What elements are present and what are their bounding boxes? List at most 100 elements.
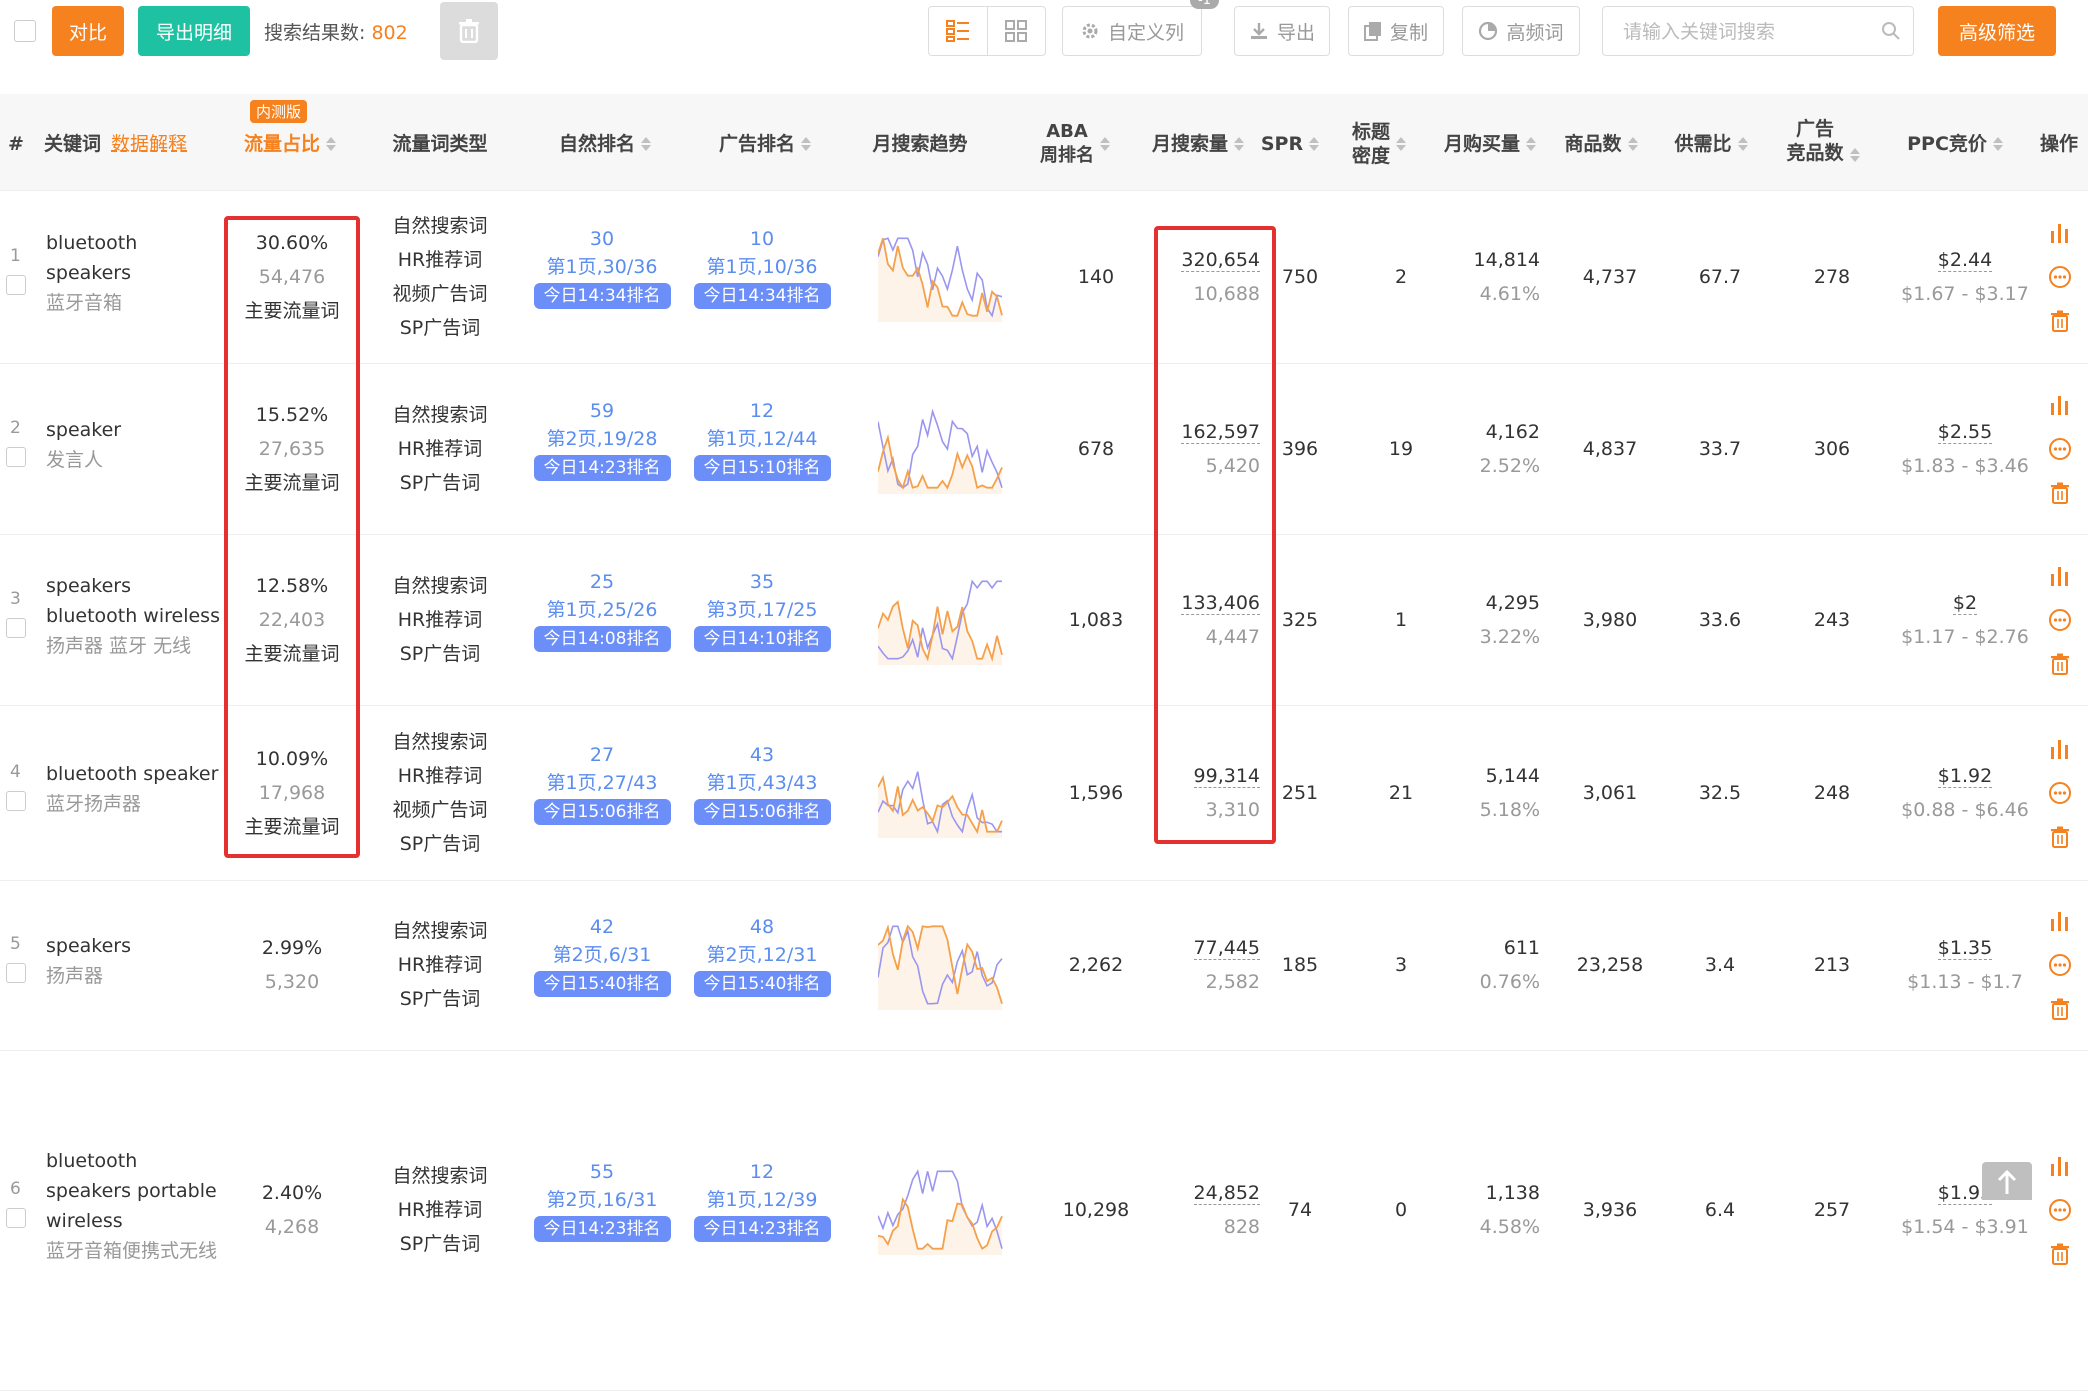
keyword-text[interactable]: speaker [46,415,226,445]
ppc-bid-value[interactable]: $2.55 [1937,420,1993,444]
more-icon[interactable] [2048,608,2072,632]
col-aba-rank[interactable]: ABA 周排名 [1030,116,1120,172]
organic-rank-number[interactable]: 25 [527,568,677,596]
row-checkbox[interactable] [6,274,26,295]
data-explain-link[interactable]: 数据解释 [111,132,187,156]
col-product-count[interactable]: 商品数 [1554,124,1648,164]
monthly-search-value[interactable]: 24,852 [1193,1182,1260,1205]
ad-rank-number[interactable]: 12 [687,1158,837,1186]
delete-icon[interactable] [2048,309,2072,333]
organic-rank-time-pill[interactable]: 今日14:23排名 [533,1216,671,1242]
monthly-trend-sparkline[interactable] [878,575,1004,665]
monthly-search-value[interactable]: 77,445 [1193,937,1260,960]
advanced-filter-button[interactable]: 高级筛选 [1938,6,2056,56]
col-monthly-search[interactable]: 月搜索量 [1140,124,1256,164]
delete-icon[interactable] [2048,997,2072,1021]
organic-rank-number[interactable]: 30 [527,225,677,253]
custom-columns-button[interactable]: 自定义列 [1062,6,1202,56]
keyword-text[interactable]: wireless [46,1206,226,1236]
ppc-bid-value[interactable]: $2 [1952,591,1978,615]
delete-icon[interactable] [2048,1242,2072,1266]
organic-rank-number[interactable]: 59 [527,397,677,425]
ad-rank-number[interactable]: 43 [687,741,837,769]
bar-chart-icon[interactable] [2048,909,2072,933]
ad-rank-number[interactable]: 10 [687,225,837,253]
keyword-text[interactable]: speakers [46,258,226,288]
keyword-text[interactable]: bluetooth [46,228,226,258]
ad-rank-time-pill[interactable]: 今日14:10排名 [693,625,831,652]
more-icon[interactable] [2048,265,2072,289]
organic-rank-time-pill[interactable]: 今日14:08排名 [533,625,671,652]
row-checkbox[interactable] [6,790,26,811]
more-icon[interactable] [2048,953,2072,977]
keyword-text[interactable]: bluetooth speaker [46,759,226,789]
row-checkbox[interactable] [6,617,26,638]
organic-rank-time-pill[interactable]: 今日15:06排名 [533,798,671,825]
bar-chart-icon[interactable] [2048,564,2072,588]
ad-rank-number[interactable]: 12 [687,397,837,425]
ppc-bid-value[interactable]: $1.35 [1937,937,1993,960]
bar-chart-icon[interactable] [2048,1154,2072,1178]
ppc-bid-value[interactable]: $1.92 [1937,764,1993,788]
keyword-text[interactable]: speakers portable [46,1176,226,1206]
export-button[interactable]: 导出 [1234,6,1330,56]
keyword-text[interactable]: speakers [46,931,226,961]
keyword-search-input[interactable] [1621,17,1865,47]
col-ad-competitors[interactable]: 广告 竞品数 [1778,106,1868,176]
export-detail-button[interactable]: 导出明细 [138,6,250,56]
bar-chart-icon[interactable] [2048,221,2072,245]
organic-rank-number[interactable]: 55 [527,1158,677,1186]
organic-rank-time-pill[interactable]: 今日14:23排名 [533,454,671,481]
col-monthly-purchase[interactable]: 月购买量 [1436,124,1544,164]
col-spr[interactable]: SPR [1256,124,1324,164]
keyword-text[interactable]: speakers [46,571,226,601]
select-all-checkbox[interactable] [14,20,36,42]
delete-icon[interactable] [2048,825,2072,849]
ad-rank-time-pill[interactable]: 今日14:34排名 [693,282,831,309]
delete-icon[interactable] [2048,652,2072,676]
ad-rank-time-pill[interactable]: 今日15:40排名 [693,971,831,997]
row-checkbox[interactable] [6,963,26,983]
ad-rank-time-pill[interactable]: 今日15:06排名 [693,798,831,825]
high-freq-button[interactable]: 高频词 [1462,6,1580,56]
ad-rank-number[interactable]: 48 [687,913,837,941]
ad-rank-time-pill[interactable]: 今日14:23排名 [693,1216,831,1242]
monthly-trend-sparkline[interactable] [878,232,1004,322]
more-icon[interactable] [2048,437,2072,461]
col-title-density[interactable]: 标题 密度 [1340,116,1418,172]
row-checkbox[interactable] [6,446,26,467]
bar-chart-icon[interactable] [2048,737,2072,761]
organic-rank-time-pill[interactable]: 今日14:34排名 [533,282,671,309]
row-checkbox[interactable] [6,1208,26,1228]
col-ad-rank[interactable]: 广告排名 [690,124,840,164]
keyword-text[interactable]: bluetooth [46,1146,226,1176]
list-view-button[interactable] [929,7,987,55]
copy-button[interactable]: 复制 [1348,6,1444,56]
ad-rank-time-pill[interactable]: 今日15:10排名 [693,454,831,481]
organic-rank-number[interactable]: 42 [527,913,677,941]
scroll-top-button[interactable] [1982,1162,2032,1200]
col-organic-rank[interactable]: 自然排名 [530,124,680,164]
batch-delete-button[interactable] [440,2,498,60]
keyword-text[interactable]: bluetooth wireless [46,601,226,631]
monthly-trend-sparkline[interactable] [878,1165,1004,1255]
more-icon[interactable] [2048,781,2072,805]
organic-rank-number[interactable]: 27 [527,741,677,769]
ad-rank: 48 第2页,12/31 今日15:40排名 [687,913,837,997]
col-ppc-bid[interactable]: PPC竞价 [1900,124,2010,164]
organic-rank-time-pill[interactable]: 今日15:40排名 [533,971,671,997]
col-traffic-share[interactable]: 流量占比 [228,124,352,164]
ad-rank-number[interactable]: 35 [687,568,837,596]
search-icon[interactable] [1881,21,1901,41]
bar-chart-icon[interactable] [2048,393,2072,417]
grid-view-button[interactable] [986,7,1046,55]
delete-icon[interactable] [2048,481,2072,505]
monthly-trend-sparkline[interactable] [878,920,1004,1010]
ppc-bid-value[interactable]: $2.44 [1937,248,1993,272]
compare-button[interactable]: 对比 [52,6,124,56]
custom-columns-label: 自定义列 [1107,21,1184,44]
monthly-trend-sparkline[interactable] [878,404,1004,494]
col-supply-demand[interactable]: 供需比 [1664,124,1758,164]
monthly-trend-sparkline[interactable] [878,748,1004,838]
more-icon[interactable] [2048,1198,2072,1222]
